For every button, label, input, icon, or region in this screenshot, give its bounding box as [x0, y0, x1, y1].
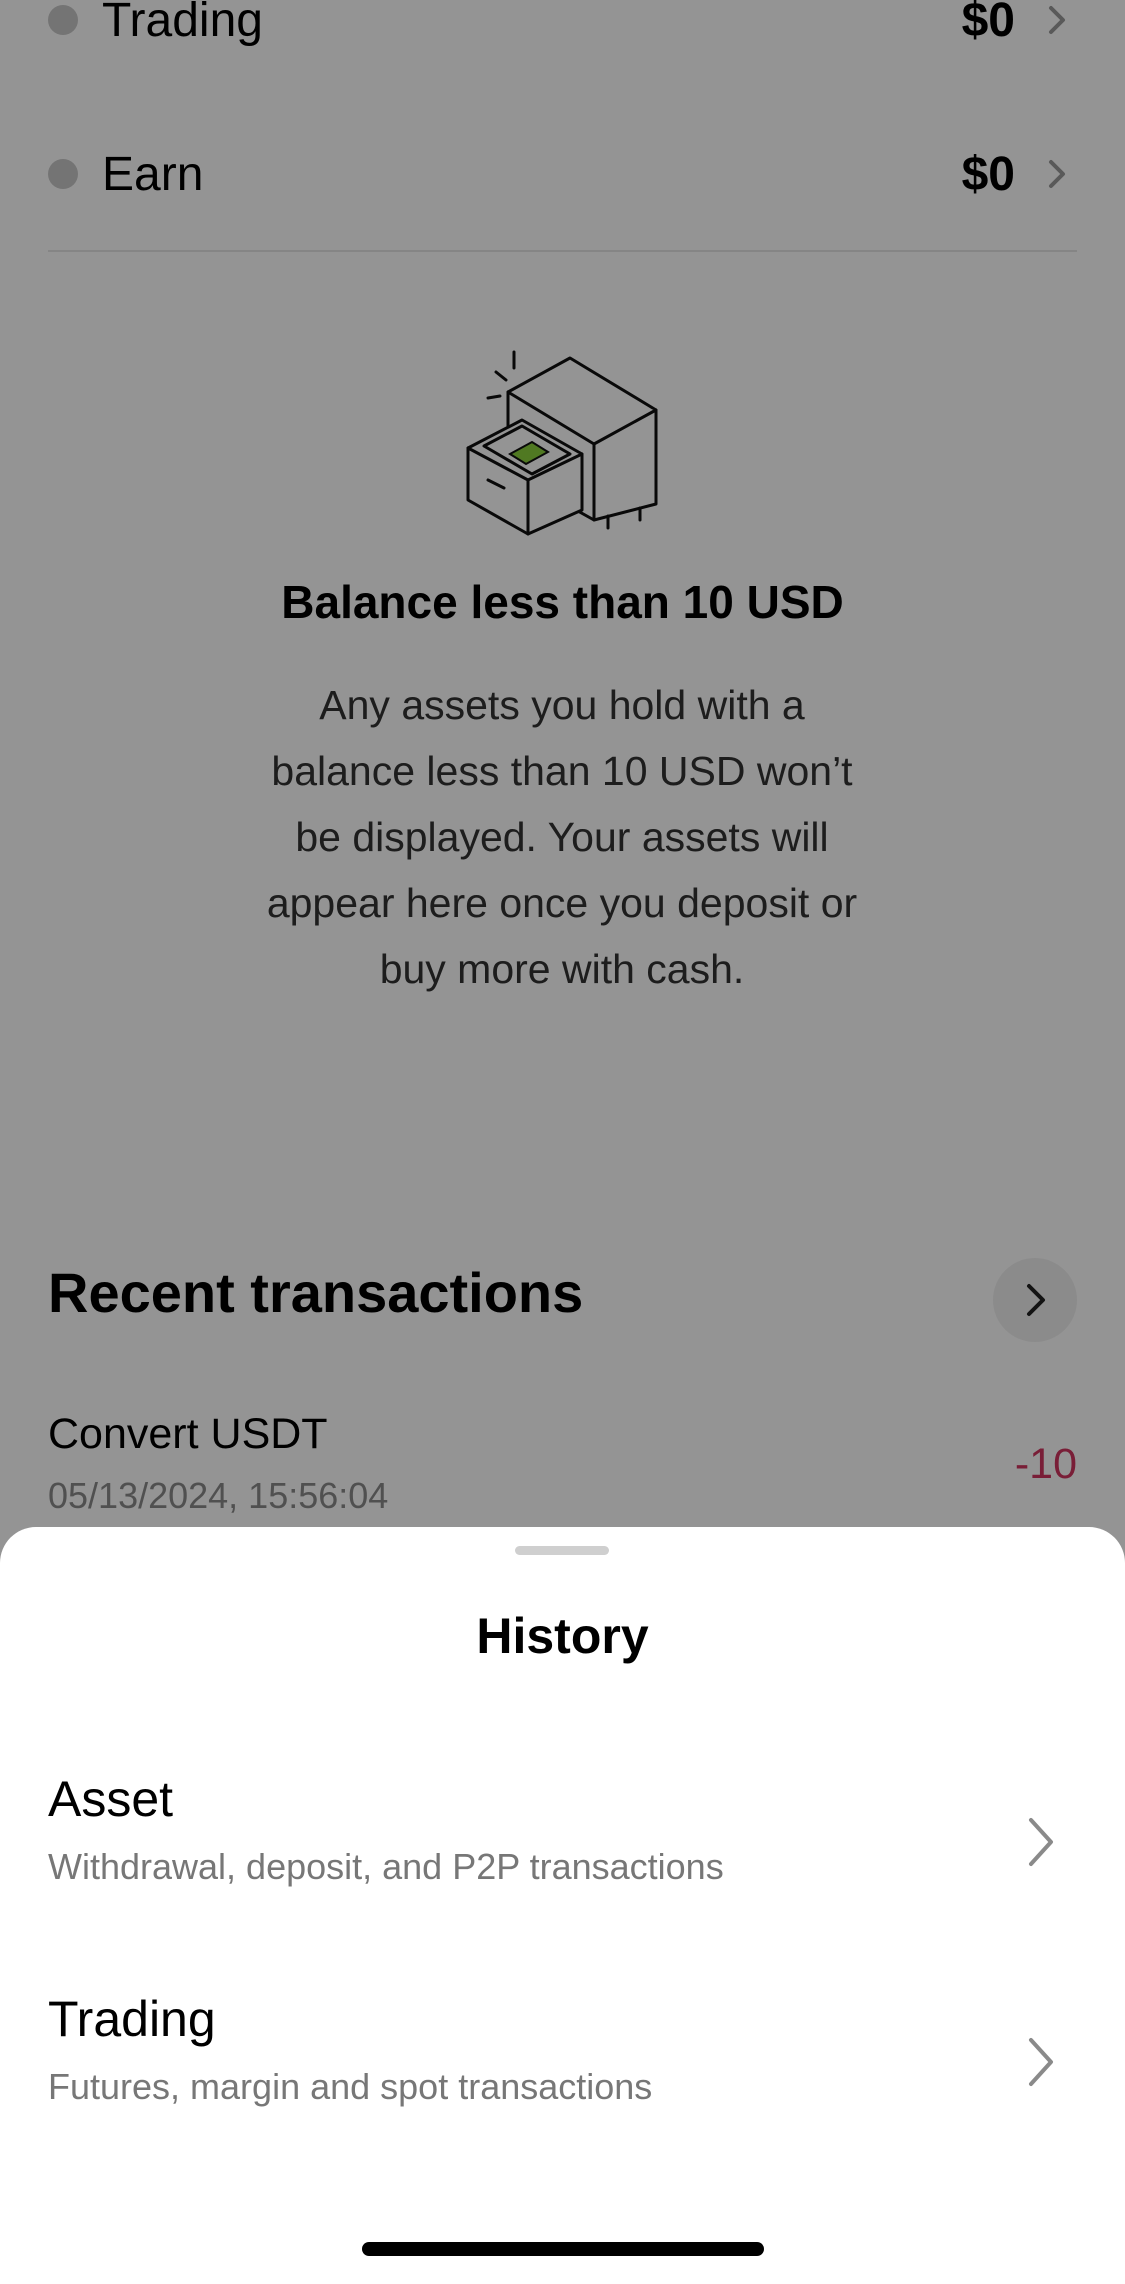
sheet-title: History: [476, 1608, 649, 1664]
chevron-right-icon: [1029, 1818, 1053, 1866]
chevron-right-icon: [1029, 2038, 1053, 2086]
option-title: Asset: [48, 1771, 174, 1827]
option-subtitle: Withdrawal, deposit, and P2P transaction…: [48, 1846, 724, 1887]
history-option-trading[interactable]: Trading Futures, margin and spot transac…: [0, 1990, 1125, 2190]
sheet-drag-handle[interactable]: [515, 1546, 609, 1555]
history-option-asset[interactable]: Asset Withdrawal, deposit, and P2P trans…: [0, 1770, 1125, 1970]
history-bottom-sheet: History Asset Withdrawal, deposit, and P…: [0, 1527, 1125, 2284]
option-subtitle: Futures, margin and spot transactions: [48, 2066, 653, 2107]
home-indicator[interactable]: [362, 2242, 764, 2256]
option-title: Trading: [48, 1991, 216, 2047]
